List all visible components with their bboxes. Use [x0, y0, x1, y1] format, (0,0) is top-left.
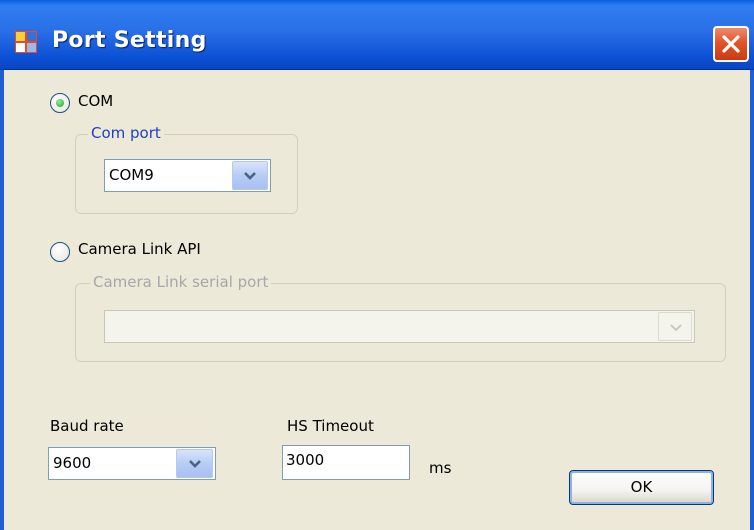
camera-link-radio-label[interactable]: Camera Link API: [78, 240, 201, 258]
hs-timeout-label: HS Timeout: [287, 417, 374, 435]
ok-button-label: OK: [630, 478, 653, 496]
app-window-icon: [15, 31, 37, 53]
camera-link-radio[interactable]: [50, 242, 70, 262]
baud-rate-label: Baud rate: [50, 417, 124, 435]
camera-link-port-group-label: Camera Link serial port: [90, 273, 272, 291]
window-title: Port Setting: [52, 28, 207, 53]
com-port-value: COM9: [109, 166, 154, 184]
baud-rate-dropdown-button[interactable]: [176, 449, 213, 478]
com-port-select[interactable]: COM9: [104, 159, 271, 192]
com-radio-label[interactable]: COM: [78, 92, 113, 110]
com-radio[interactable]: [50, 93, 70, 113]
chevron-down-icon: [670, 324, 682, 332]
hs-timeout-input[interactable]: 3000: [282, 445, 410, 480]
port-setting-dialog: Port Setting COM Com port COM9 Camera Li…: [0, 0, 754, 530]
com-port-group-label: Com port: [88, 124, 164, 142]
ok-button[interactable]: OK: [569, 470, 714, 505]
radio-selected-dot: [56, 99, 64, 107]
chevron-down-icon: [189, 460, 201, 468]
chevron-down-icon: [244, 172, 256, 180]
title-bar[interactable]: Port Setting: [0, 0, 754, 70]
com-port-dropdown-button[interactable]: [232, 161, 268, 190]
camera-link-port-select[interactable]: [104, 310, 695, 343]
hs-timeout-value: 3000: [286, 451, 325, 469]
close-icon: [722, 35, 740, 53]
close-button[interactable]: [713, 26, 749, 62]
hs-timeout-unit: ms: [429, 459, 452, 477]
baud-rate-select[interactable]: 9600: [48, 447, 216, 480]
window-border-right: [750, 70, 754, 530]
camera-link-dropdown-button[interactable]: [658, 312, 692, 341]
window-border-left: [0, 70, 4, 530]
baud-rate-value: 9600: [53, 454, 92, 472]
